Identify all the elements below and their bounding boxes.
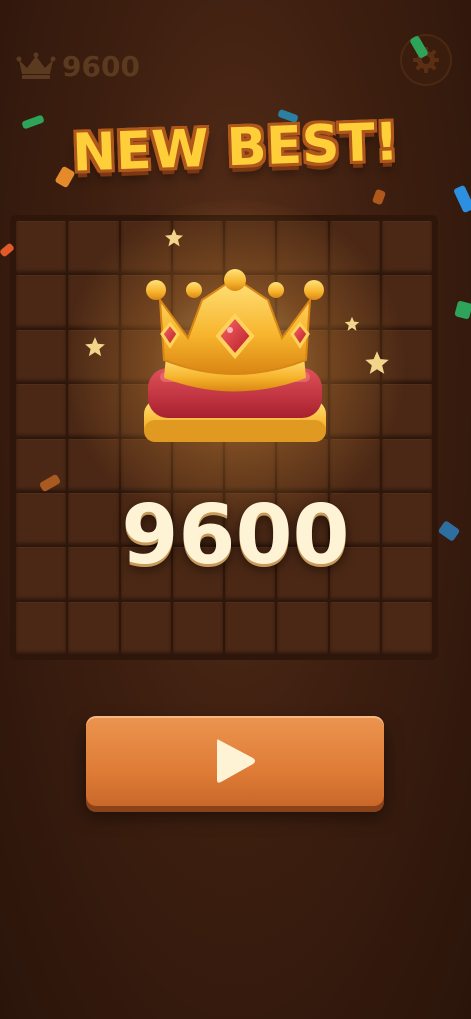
- board-cell: [120, 601, 171, 654]
- settings-button[interactable]: [400, 34, 452, 86]
- play-button[interactable]: [86, 716, 384, 806]
- board-cell: [277, 601, 328, 654]
- board-cell: [16, 329, 67, 383]
- board-cell: [68, 221, 119, 274]
- board-cell: [16, 275, 67, 328]
- best-score-value: 9600: [62, 49, 140, 83]
- board-cell: [172, 601, 223, 654]
- board-cell: [381, 438, 432, 491]
- board-cell: [381, 275, 432, 328]
- crown-on-cushion-icon: [144, 269, 326, 442]
- confetti-piece: [454, 300, 471, 320]
- board-cell: [381, 601, 432, 654]
- board-cell: [68, 384, 119, 437]
- confetti-piece: [371, 188, 387, 206]
- star-icon: [344, 316, 360, 331]
- board-cell: [68, 275, 119, 328]
- board-cell: [225, 601, 276, 654]
- best-score-display: 9600: [16, 46, 140, 86]
- board-cell: [16, 221, 67, 274]
- board-cell: [381, 384, 432, 437]
- top-bar: 9600: [0, 0, 471, 110]
- board-cell: [16, 601, 67, 654]
- board-cell: [381, 221, 432, 274]
- star-icon: [165, 229, 183, 247]
- board-cell: [68, 438, 119, 491]
- star-icon: [365, 351, 389, 374]
- board-cell: [16, 384, 67, 437]
- play-icon: [217, 739, 255, 783]
- board-cell: [68, 601, 119, 654]
- star-icon: [85, 337, 105, 357]
- crown-icon: [16, 52, 56, 79]
- board-cell: [329, 601, 380, 654]
- final-score: 9600: [121, 488, 350, 583]
- confetti-piece: [453, 184, 471, 214]
